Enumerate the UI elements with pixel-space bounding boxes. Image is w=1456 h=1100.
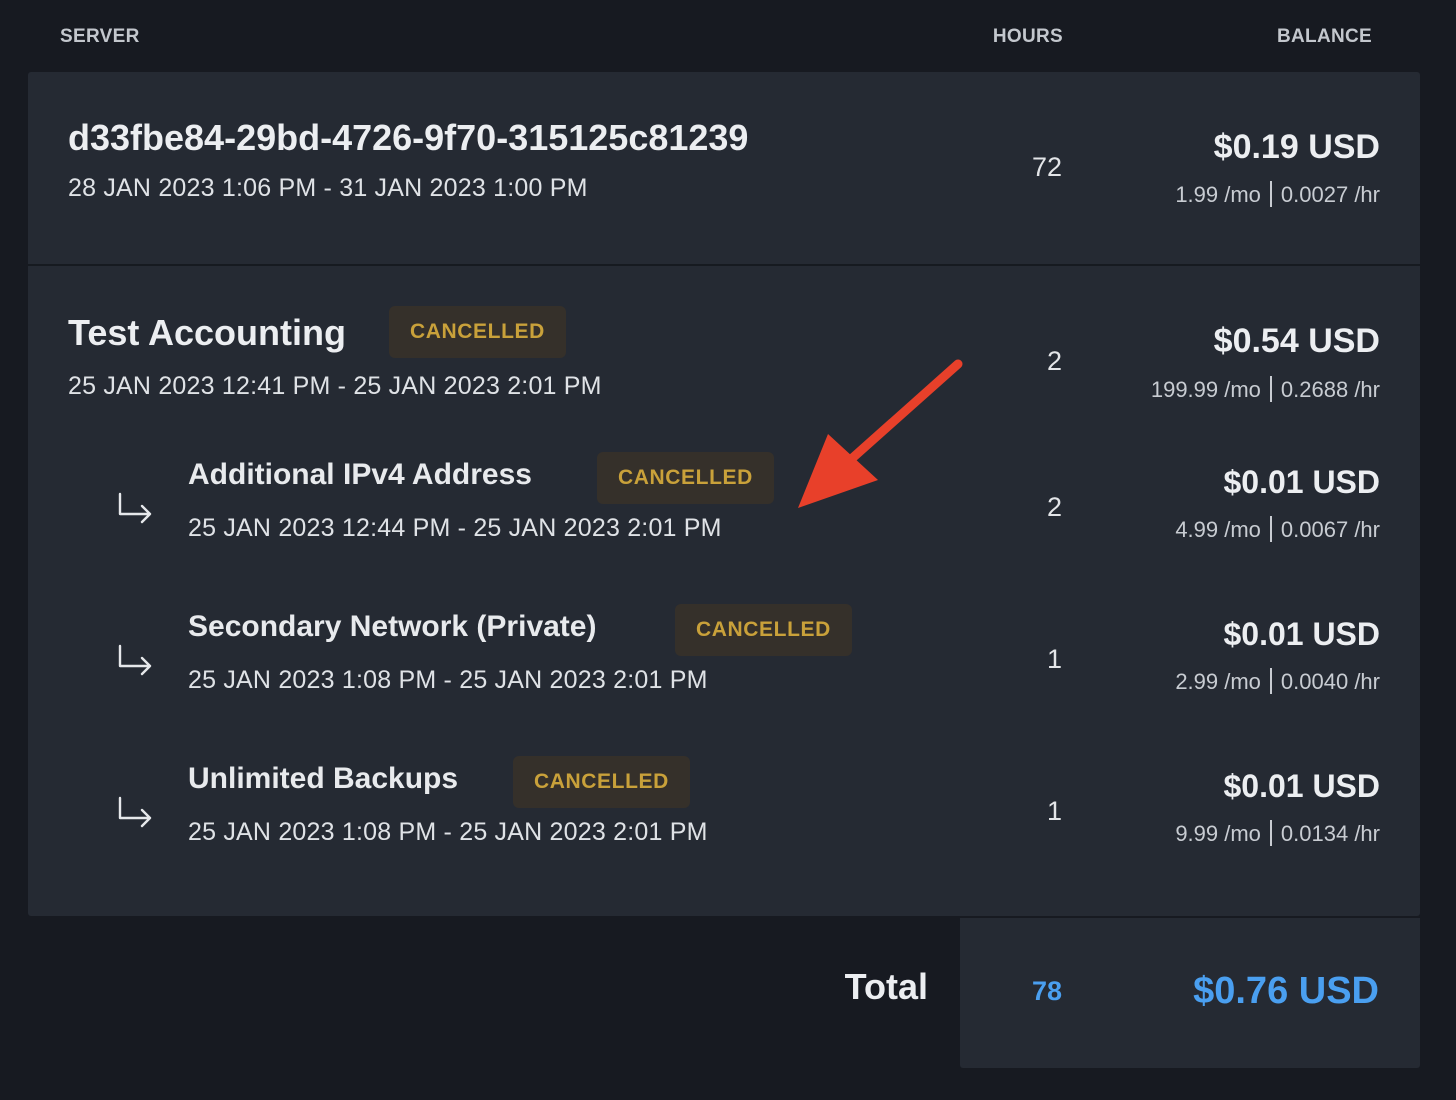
server-title[interactable]: Test Accounting	[68, 312, 346, 354]
addon-row[interactable]: Additional IPv4 Address CANCELLED 25 JAN…	[28, 452, 1420, 596]
addon-dates: 25 JAN 2023 1:08 PM - 25 JAN 2023 2:01 P…	[188, 666, 708, 694]
return-arrow-icon	[118, 492, 152, 524]
addon-hours: 1	[1046, 644, 1062, 674]
rate-separator	[1269, 516, 1272, 542]
addon-rates: 2.99 /mo 0.0040 /hr	[1175, 668, 1380, 695]
rate-separator	[1269, 820, 1272, 846]
server-hours: 72	[1031, 152, 1062, 182]
addon-dates: 25 JAN 2023 1:08 PM - 25 JAN 2023 2:01 P…	[188, 818, 708, 846]
server-rates: 199.99 /mo 0.2688 /hr	[1151, 376, 1380, 403]
hourly-rate: 0.0040 /hr	[1280, 669, 1380, 694]
addon-balance: $0.01 USD	[1223, 768, 1380, 804]
column-header-server: SERVER	[60, 26, 140, 47]
addon-hours: 2	[1046, 492, 1062, 522]
addon-balance: $0.01 USD	[1223, 464, 1380, 500]
rate-separator	[1269, 376, 1272, 402]
status-badge: CANCELLED	[513, 756, 690, 808]
addon-title: Additional IPv4 Address	[188, 458, 532, 491]
server-rates: 1.99 /mo 0.0027 /hr	[1175, 181, 1380, 208]
addon-hours: 1	[1046, 796, 1062, 826]
total-label: Total	[844, 966, 928, 1007]
addon-rates: 9.99 /mo 0.0134 /hr	[1175, 820, 1380, 847]
return-arrow-icon	[118, 796, 152, 828]
total-hours: 78	[1031, 976, 1062, 1006]
addon-dates: 25 JAN 2023 12:44 PM - 25 JAN 2023 2:01 …	[188, 514, 722, 542]
red-pointer-arrow-icon	[798, 359, 963, 508]
status-badge: CANCELLED	[597, 452, 774, 504]
server-dates: 28 JAN 2023 1:06 PM - 31 JAN 2023 1:00 P…	[68, 174, 588, 202]
addon-row[interactable]: Secondary Network (Private) CANCELLED 25…	[28, 604, 1420, 748]
return-arrow-icon	[118, 644, 152, 676]
monthly-rate: 4.99 /mo	[1175, 517, 1261, 542]
monthly-rate: 1.99 /mo	[1175, 182, 1261, 207]
hourly-rate: 0.0134 /hr	[1280, 821, 1380, 846]
addon-balance: $0.01 USD	[1223, 616, 1380, 652]
status-badge: CANCELLED	[389, 306, 566, 358]
rate-separator	[1269, 181, 1272, 207]
hourly-rate: 0.0067 /hr	[1280, 517, 1380, 542]
monthly-rate: 199.99 /mo	[1150, 377, 1261, 402]
row-divider	[28, 264, 1420, 266]
column-headers: SERVER HOURS BALANCE	[0, 0, 1456, 72]
server-row[interactable]: Test Accounting CANCELLED 25 JAN 2023 12…	[28, 266, 1420, 916]
server-balance: $0.54 USD	[1213, 322, 1380, 360]
status-badge: CANCELLED	[675, 604, 852, 656]
addon-row[interactable]: Unlimited Backups CANCELLED 25 JAN 2023 …	[28, 756, 1420, 900]
monthly-rate: 2.99 /mo	[1175, 669, 1261, 694]
server-balance: $0.19 USD	[1213, 128, 1380, 166]
server-dates: 25 JAN 2023 12:41 PM - 25 JAN 2023 2:01 …	[68, 372, 602, 400]
total-balance: $0.76 USD	[1193, 970, 1379, 1012]
addon-title: Secondary Network (Private)	[188, 610, 597, 643]
total-label-area	[28, 916, 960, 1068]
column-header-hours: HOURS	[992, 26, 1063, 47]
rate-separator	[1269, 668, 1272, 694]
addon-title: Unlimited Backups	[188, 762, 459, 795]
hourly-rate: 0.2688 /hr	[1280, 377, 1380, 402]
server-row[interactable]: d33fbe84-29bd-4726-9f70-315125c81239 28 …	[28, 72, 1420, 264]
billing-panel: d33fbe84-29bd-4726-9f70-315125c81239 28 …	[28, 72, 1420, 916]
server-hours: 2	[1046, 346, 1062, 376]
addon-rates: 4.99 /mo 0.0067 /hr	[1175, 516, 1380, 543]
hourly-rate: 0.0027 /hr	[1280, 182, 1380, 207]
column-header-balance: BALANCE	[1277, 26, 1372, 47]
server-title[interactable]: d33fbe84-29bd-4726-9f70-315125c81239	[68, 117, 748, 159]
monthly-rate: 9.99 /mo	[1175, 821, 1261, 846]
